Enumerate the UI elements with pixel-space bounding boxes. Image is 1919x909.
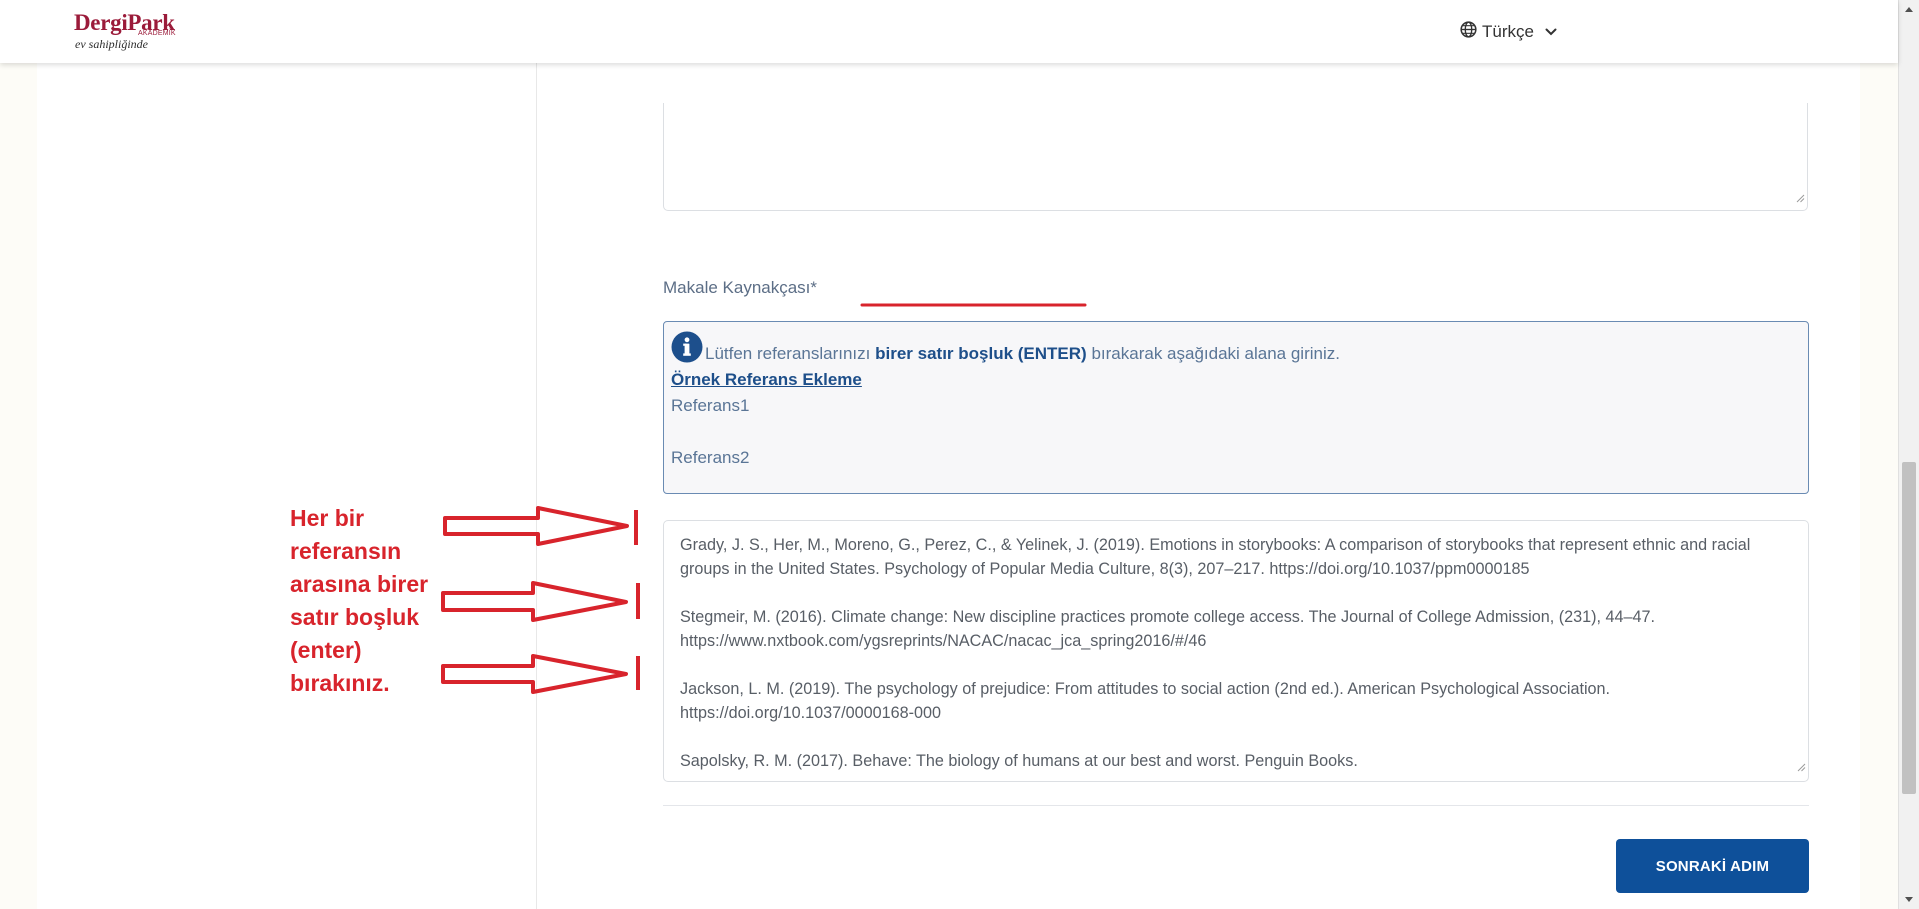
globe-icon <box>1460 21 1477 43</box>
scroll-down-icon[interactable] <box>1904 896 1914 904</box>
resize-handle-icon[interactable] <box>1795 190 1805 208</box>
previous-textarea[interactable] <box>663 103 1808 211</box>
reference-entry: Grady, J. S., Her, M., Moreno, G., Perez… <box>680 536 1751 578</box>
reference-entry: Sapolsky, R. M. (2017). Behave: The biol… <box>680 752 1358 770</box>
scrollbar-thumb[interactable] <box>1902 462 1916 794</box>
annotation-line: (enter) <box>290 637 362 663</box>
column-divider <box>536 63 537 909</box>
instruction-before: Lütfen referanslarınızı <box>705 344 871 363</box>
annotation-line: satır boşluk <box>290 604 420 630</box>
top-header: DergiPark AKADEMİK ev sahipliğinde Türkç… <box>0 0 1898 63</box>
reference-info-box: Lütfen referanslarınızı birer satır boşl… <box>663 321 1809 494</box>
annotation-line: Her bir <box>290 505 365 531</box>
language-selector[interactable]: Türkçe <box>1460 20 1557 44</box>
reference-entry: Stegmeir, M. (2016). Climate change: New… <box>680 608 1656 650</box>
resize-handle-icon[interactable] <box>1796 755 1806 779</box>
form-divider <box>663 805 1809 806</box>
annotation-line: bırakınız. <box>290 670 390 696</box>
example-ref1: Referans1 <box>671 396 750 415</box>
instruction-bold: birer satır boşluk (ENTER) <box>875 344 1087 363</box>
language-label: Türkçe <box>1482 22 1534 41</box>
instruction-after: bırakarak aşağıdaki alana giriniz. <box>1091 344 1340 363</box>
logo-tagline: ev sahipliğinde <box>75 37 148 51</box>
bibliography-label: Makale Kaynakçası* <box>663 278 818 297</box>
annotation-note: Her bir referansın arasına birer satır b… <box>290 502 440 700</box>
reference-entry: Jackson, L. M. (2019). The psychology of… <box>680 680 1611 722</box>
example-ref2: Referans2 <box>671 448 750 467</box>
annotation-line: referansın <box>290 538 402 564</box>
page-scrollbar[interactable] <box>1898 0 1919 909</box>
annotation-line: arasına birer <box>290 571 429 597</box>
info-instruction: Lütfen referanslarınızı birer satır boşl… <box>671 344 1340 364</box>
references-textarea[interactable]: Grady, J. S., Her, M., Moreno, G., Perez… <box>663 520 1809 782</box>
chevron-down-icon <box>1545 23 1557 41</box>
logo-sub-text: AKADEMİK <box>138 30 176 37</box>
example-reference-link[interactable]: Örnek Referans Ekleme <box>671 370 862 390</box>
dergipark-logo[interactable]: DergiPark AKADEMİK ev sahipliğinde <box>74 10 184 54</box>
next-step-button[interactable]: SONRAKİ ADIM <box>1616 839 1809 893</box>
scroll-up-icon[interactable] <box>1904 5 1914 13</box>
content-panel: Makale Kaynakçası* Lütfen referanslarını… <box>37 63 1860 909</box>
